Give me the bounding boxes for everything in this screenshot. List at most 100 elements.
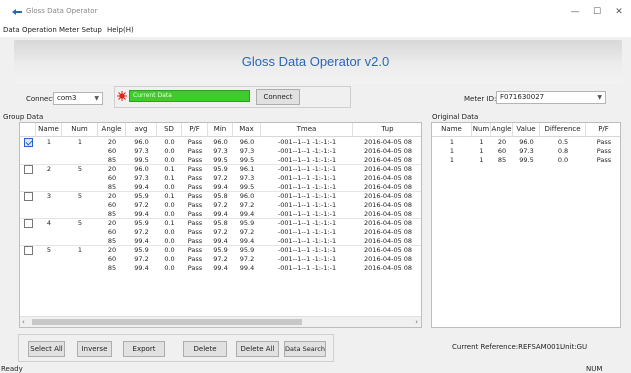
table-cell[interactable]: 4 — [36, 219, 62, 228]
table-cell[interactable]: 95.9 — [208, 165, 233, 174]
table-cell[interactable]: 20 — [98, 219, 126, 228]
table-cell[interactable]: 0.0 — [157, 255, 182, 264]
table-cell[interactable]: -001--1--1 -1:-1:-1 — [261, 255, 353, 264]
table-cell[interactable]: 0.0 — [157, 228, 182, 237]
table-cell[interactable]: Pass — [586, 138, 620, 147]
table-cell[interactable]: 60 — [98, 147, 126, 156]
table-cell[interactable] — [62, 147, 98, 156]
table-cell[interactable]: -001--1--1 -1:-1:-1 — [261, 264, 353, 273]
scroll-right-icon[interactable]: › — [415, 317, 418, 327]
table-cell[interactable]: 96.0 — [208, 138, 233, 147]
table-cell[interactable]: 0.0 — [157, 246, 182, 255]
maximize-icon[interactable]: ☐ — [586, 4, 608, 20]
table-cell[interactable]: 2016-04-05 08 — [353, 174, 421, 183]
table-cell[interactable]: 1 — [36, 138, 62, 147]
table-cell[interactable]: 97.2 — [126, 255, 157, 264]
group-checkbox[interactable] — [24, 246, 33, 255]
table-cell[interactable]: 97.2 — [208, 201, 233, 210]
group-checkbox[interactable] — [24, 219, 33, 228]
delete-all-button[interactable]: Delete All — [236, 341, 279, 357]
table-cell[interactable]: 99.4 — [233, 264, 261, 273]
table-cell[interactable]: 0.0 — [157, 147, 182, 156]
table-cell[interactable]: 96.1 — [233, 165, 261, 174]
table-cell[interactable] — [36, 228, 62, 237]
table-cell[interactable]: Pass — [182, 255, 208, 264]
table-cell[interactable]: Pass — [182, 264, 208, 273]
group-checkbox[interactable] — [24, 165, 33, 174]
table-cell[interactable]: 2016-04-05 08 — [353, 147, 421, 156]
table-cell[interactable]: Pass — [182, 138, 208, 147]
table-cell[interactable]: 95.9 — [233, 246, 261, 255]
table-cell[interactable] — [62, 264, 98, 273]
table-cell[interactable]: 0.8 — [540, 147, 586, 156]
table-cell[interactable]: 2016-04-05 08 — [353, 219, 421, 228]
table-cell[interactable]: Pass — [182, 219, 208, 228]
table-cell[interactable]: -001--1--1 -1:-1:-1 — [261, 138, 353, 147]
table-cell[interactable]: 5 — [36, 246, 62, 255]
table-cell[interactable]: 95.9 — [126, 192, 157, 201]
table-cell[interactable]: 85 — [98, 264, 126, 273]
table-cell[interactable]: Pass — [586, 147, 620, 156]
table-cell[interactable]: 95.8 — [208, 219, 233, 228]
table-cell[interactable]: 95.8 — [208, 192, 233, 201]
table-cell[interactable] — [36, 201, 62, 210]
column-header-min[interactable]: Min — [208, 123, 233, 137]
minimize-icon[interactable]: — — [564, 4, 586, 20]
table-cell[interactable]: Pass — [182, 228, 208, 237]
table-cell[interactable] — [62, 255, 98, 264]
column-header-difference[interactable]: Difference — [540, 123, 586, 137]
column-header-value[interactable]: Value — [513, 123, 540, 137]
column-header-name[interactable]: Name — [432, 123, 472, 137]
table-cell[interactable] — [36, 147, 62, 156]
table-cell[interactable]: 1 — [432, 156, 472, 165]
table-cell[interactable]: 2016-04-05 08 — [353, 228, 421, 237]
column-header-checkbox[interactable] — [20, 123, 36, 137]
table-cell[interactable]: 60 — [98, 174, 126, 183]
column-header-name[interactable]: Name — [36, 123, 62, 137]
table-cell[interactable]: 2016-04-05 08 — [353, 264, 421, 273]
column-header-angle[interactable]: Angle — [98, 123, 126, 137]
table-cell[interactable]: 97.2 — [208, 174, 233, 183]
scroll-left-icon[interactable]: ‹ — [22, 317, 25, 327]
table-cell[interactable]: 97.3 — [208, 147, 233, 156]
table-cell[interactable]: -001--1--1 -1:-1:-1 — [261, 192, 353, 201]
table-cell[interactable]: 0.1 — [157, 192, 182, 201]
table-cell[interactable]: 2016-04-05 08 — [353, 246, 421, 255]
table-cell[interactable]: 1 — [432, 147, 472, 156]
table-cell[interactable] — [36, 174, 62, 183]
table-cell[interactable]: 99.4 — [126, 264, 157, 273]
table-cell[interactable]: 0.0 — [157, 138, 182, 147]
table-cell[interactable]: 0.0 — [157, 201, 182, 210]
close-icon[interactable]: ✕ — [608, 4, 630, 20]
table-cell[interactable]: 0.1 — [157, 174, 182, 183]
table-cell[interactable]: 97.2 — [208, 255, 233, 264]
table-cell[interactable]: 97.3 — [126, 174, 157, 183]
table-cell[interactable]: 97.3 — [233, 147, 261, 156]
table-cell[interactable]: 20 — [98, 165, 126, 174]
table-cell[interactable]: 0.5 — [540, 138, 586, 147]
table-cell[interactable]: 60 — [491, 147, 513, 156]
table-cell[interactable]: 96.0 — [126, 138, 157, 147]
table-cell[interactable]: 20 — [98, 138, 126, 147]
table-cell[interactable]: 96.0 — [126, 165, 157, 174]
data-search-button[interactable]: Data Search — [284, 341, 326, 357]
table-cell[interactable] — [36, 255, 62, 264]
menu-data-operation[interactable]: Data Operation — [3, 26, 57, 34]
table-cell[interactable]: 97.2 — [233, 228, 261, 237]
table-cell[interactable]: Pass — [182, 246, 208, 255]
table-cell[interactable]: -001--1--1 -1:-1:-1 — [261, 228, 353, 237]
group-checkbox[interactable] — [24, 138, 33, 147]
table-cell[interactable]: -001--1--1 -1:-1:-1 — [261, 147, 353, 156]
port-select[interactable]: com3 ▼ — [53, 92, 103, 105]
table-cell[interactable]: 2016-04-05 08 — [353, 165, 421, 174]
table-cell[interactable]: 95.9 — [208, 246, 233, 255]
table-cell[interactable]: Pass — [182, 147, 208, 156]
table-cell[interactable]: Pass — [182, 165, 208, 174]
table-cell[interactable]: -001--1--1 -1:-1:-1 — [261, 219, 353, 228]
column-header-tmea[interactable]: Tmea — [261, 123, 353, 137]
export-button[interactable]: Export — [123, 341, 165, 357]
group-data-table[interactable]: Name Num Angle avg SD P/F Min Max Tmea Tup 1 1 20 96.… — [19, 122, 422, 328]
table-cell[interactable]: 5 — [62, 219, 98, 228]
table-cell[interactable]: 95.9 — [233, 219, 261, 228]
table-cell[interactable]: 96.0 — [233, 192, 261, 201]
